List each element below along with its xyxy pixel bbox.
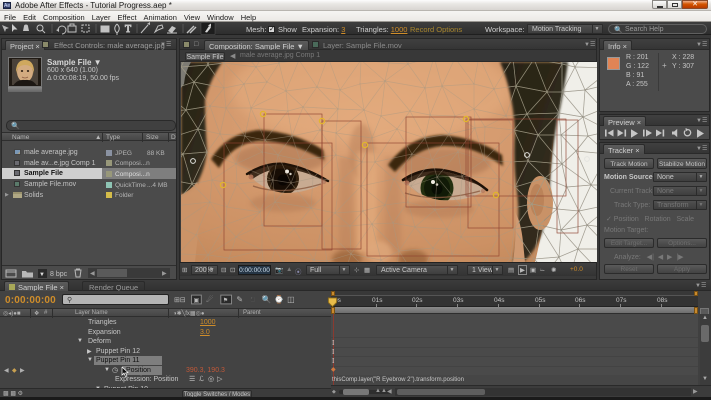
svg-text:◾: ◾ <box>248 295 258 304</box>
svg-text:8 bpc: 8 bpc <box>50 271 68 278</box>
svg-text:T: T <box>125 24 131 35</box>
svg-text:🔍: 🔍 <box>262 294 272 304</box>
svg-text:✎: ✎ <box>236 295 243 304</box>
svg-text:▼: ▼ <box>39 272 45 278</box>
svg-text:▶: ▶ <box>162 271 167 277</box>
svg-text:⊞⊟: ⊞⊟ <box>174 297 186 304</box>
svg-text:⌚: ⌚ <box>274 294 284 304</box>
svg-text:◀: ◀ <box>90 271 95 277</box>
svg-text:▣: ▣ <box>194 298 200 304</box>
svg-text:☄: ☄ <box>206 294 213 304</box>
svg-text:◫: ◫ <box>287 295 294 304</box>
svg-text:⚑: ⚑ <box>223 297 228 304</box>
